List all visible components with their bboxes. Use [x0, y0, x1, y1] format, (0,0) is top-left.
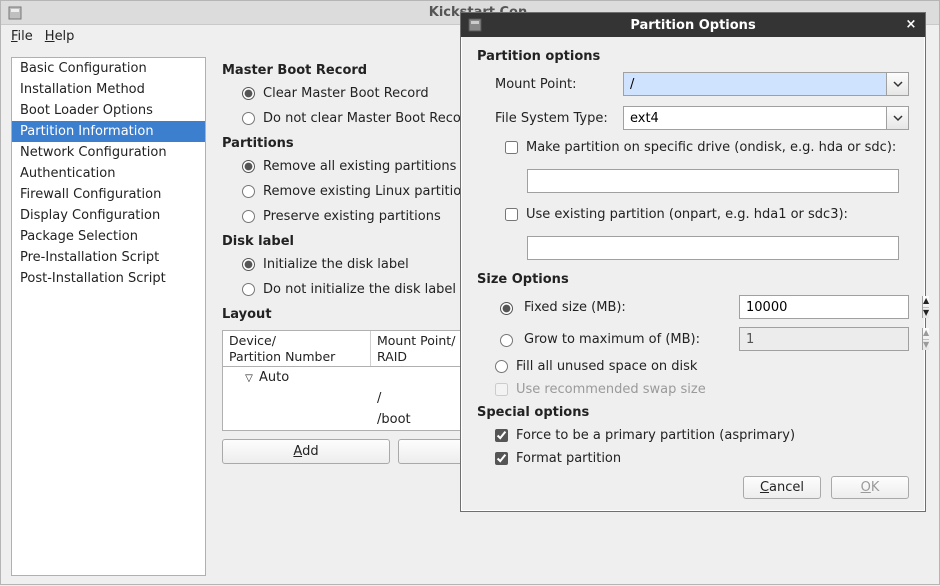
mount-point-label: Mount Point:: [495, 77, 613, 92]
ondisk-label: Make partition on specific drive (ondisk…: [526, 140, 896, 155]
mbr-clear-input[interactable]: [242, 87, 255, 100]
onpart-checkbox[interactable]: [505, 208, 518, 221]
fstype-label: File System Type:: [495, 111, 613, 126]
mount-point-input[interactable]: [624, 73, 886, 95]
fstype-row: File System Type:: [495, 106, 909, 130]
sidebar: Basic ConfigurationInstallation MethodBo…: [11, 57, 206, 576]
grow-size-input[interactable]: [500, 334, 513, 347]
asprimary-label: Force to be a primary partition (asprima…: [516, 428, 795, 443]
ondisk-checkbox-row[interactable]: Make partition on specific drive (ondisk…: [505, 140, 909, 155]
sidebar-item[interactable]: Post-Installation Script: [12, 268, 205, 289]
device-cell: [223, 409, 371, 430]
dialog-titlebar[interactable]: Partition Options ×: [461, 13, 925, 37]
sidebar-item[interactable]: Boot Loader Options: [12, 100, 205, 121]
fixed-size-input[interactable]: [500, 302, 513, 315]
spin-down-icon: ▼: [923, 340, 929, 351]
spin-up-icon: ▲: [923, 328, 929, 340]
sidebar-item[interactable]: Firewall Configuration: [12, 184, 205, 205]
dialog-body: Partition options Mount Point: File Syst…: [461, 37, 925, 511]
close-icon[interactable]: ×: [903, 17, 919, 33]
chevron-down-icon[interactable]: [886, 107, 908, 129]
dl-init-label: Initialize the disk label: [263, 257, 409, 272]
mount-point-combo[interactable]: [623, 72, 909, 96]
menu-help[interactable]: Help: [45, 29, 75, 44]
device-cell: ▽Auto: [223, 367, 371, 388]
asprimary-row[interactable]: Force to be a primary partition (asprima…: [495, 428, 909, 443]
grow-size-row: Grow to maximum of (MB): ▲▼: [495, 327, 909, 351]
add-button[interactable]: Add: [222, 439, 390, 464]
partition-options-dialog: Partition Options × Partition options Mo…: [460, 12, 926, 512]
ondisk-checkbox[interactable]: [505, 141, 518, 154]
chevron-down-icon[interactable]: [886, 73, 908, 95]
spinner-buttons: ▲▼: [922, 328, 929, 350]
fill-label: Fill all unused space on disk: [516, 359, 697, 374]
format-checkbox[interactable]: [495, 452, 508, 465]
fstype-combo[interactable]: [623, 106, 909, 130]
fixed-size-row: Fixed size (MB): ▲▼: [495, 295, 909, 319]
spin-down-icon[interactable]: ▼: [923, 308, 929, 319]
part-removeall-label: Remove all existing partitions: [263, 159, 456, 174]
cancel-button[interactable]: Cancel: [743, 476, 821, 499]
section-partition-options: Partition options: [477, 49, 909, 64]
part-removelinux-input[interactable]: [242, 185, 255, 198]
part-preserve-label: Preserve existing partitions: [263, 209, 441, 224]
dialog-app-icon: [467, 17, 483, 33]
grow-size-label: Grow to maximum of (MB):: [524, 332, 700, 347]
fill-radio-row[interactable]: Fill all unused space on disk: [495, 359, 909, 374]
onpart-input[interactable]: [527, 236, 899, 260]
grow-size-value: [740, 328, 922, 350]
sidebar-item[interactable]: Package Selection: [12, 226, 205, 247]
part-removeall-input[interactable]: [242, 160, 255, 173]
sidebar-item[interactable]: Partition Information: [12, 121, 205, 142]
grow-size-spinner: ▲▼: [739, 327, 909, 351]
onpart-label: Use existing partition (onpart, e.g. hda…: [526, 207, 848, 222]
part-preserve-input[interactable]: [242, 210, 255, 223]
dl-noinit-label: Do not initialize the disk label: [263, 282, 456, 297]
swap-checkbox-row: Use recommended swap size: [495, 382, 909, 397]
sidebar-item[interactable]: Network Configuration: [12, 142, 205, 163]
sidebar-item[interactable]: Installation Method: [12, 79, 205, 100]
dialog-buttons: Cancel OK: [477, 476, 909, 499]
mbr-noclear-input[interactable]: [242, 112, 255, 125]
fixed-size-radio[interactable]: Fixed size (MB):: [495, 299, 729, 315]
sidebar-item[interactable]: Display Configuration: [12, 205, 205, 226]
fixed-size-spinner[interactable]: ▲▼: [739, 295, 909, 319]
asprimary-checkbox[interactable]: [495, 429, 508, 442]
fixed-size-value[interactable]: [740, 296, 922, 318]
ondisk-input[interactable]: [527, 169, 899, 193]
dl-init-input[interactable]: [242, 258, 255, 271]
swap-checkbox: [495, 383, 508, 396]
fixed-size-label: Fixed size (MB):: [524, 300, 626, 315]
swap-label: Use recommended swap size: [516, 382, 706, 397]
app-icon: [7, 5, 23, 21]
mount-point-row: Mount Point:: [495, 72, 909, 96]
sidebar-item[interactable]: Pre-Installation Script: [12, 247, 205, 268]
spinner-buttons[interactable]: ▲▼: [922, 296, 929, 318]
menu-file[interactable]: File: [11, 29, 33, 44]
fstype-input[interactable]: [624, 107, 886, 129]
format-row[interactable]: Format partition: [495, 451, 909, 466]
onpart-checkbox-row[interactable]: Use existing partition (onpart, e.g. hda…: [505, 207, 909, 222]
grow-size-radio[interactable]: Grow to maximum of (MB):: [495, 331, 729, 347]
section-size-options: Size Options: [477, 272, 909, 287]
sidebar-item[interactable]: Basic Configuration: [12, 58, 205, 79]
part-removelinux-label: Remove existing Linux partitions: [263, 184, 476, 199]
ok-button[interactable]: OK: [831, 476, 909, 499]
mbr-noclear-label: Do not clear Master Boot Record: [263, 111, 474, 126]
format-label: Format partition: [516, 451, 621, 466]
spin-up-icon[interactable]: ▲: [923, 296, 929, 308]
fill-radio[interactable]: [495, 360, 508, 373]
mbr-clear-label: Clear Master Boot Record: [263, 86, 429, 101]
device-cell: [223, 388, 371, 409]
sidebar-item[interactable]: Authentication: [12, 163, 205, 184]
dialog-title: Partition Options: [483, 18, 903, 33]
dl-noinit-input[interactable]: [242, 283, 255, 296]
tree-toggle-icon[interactable]: ▽: [243, 373, 255, 384]
section-special-options: Special options: [477, 405, 909, 420]
layout-col-device[interactable]: Device/ Partition Number: [223, 331, 371, 366]
